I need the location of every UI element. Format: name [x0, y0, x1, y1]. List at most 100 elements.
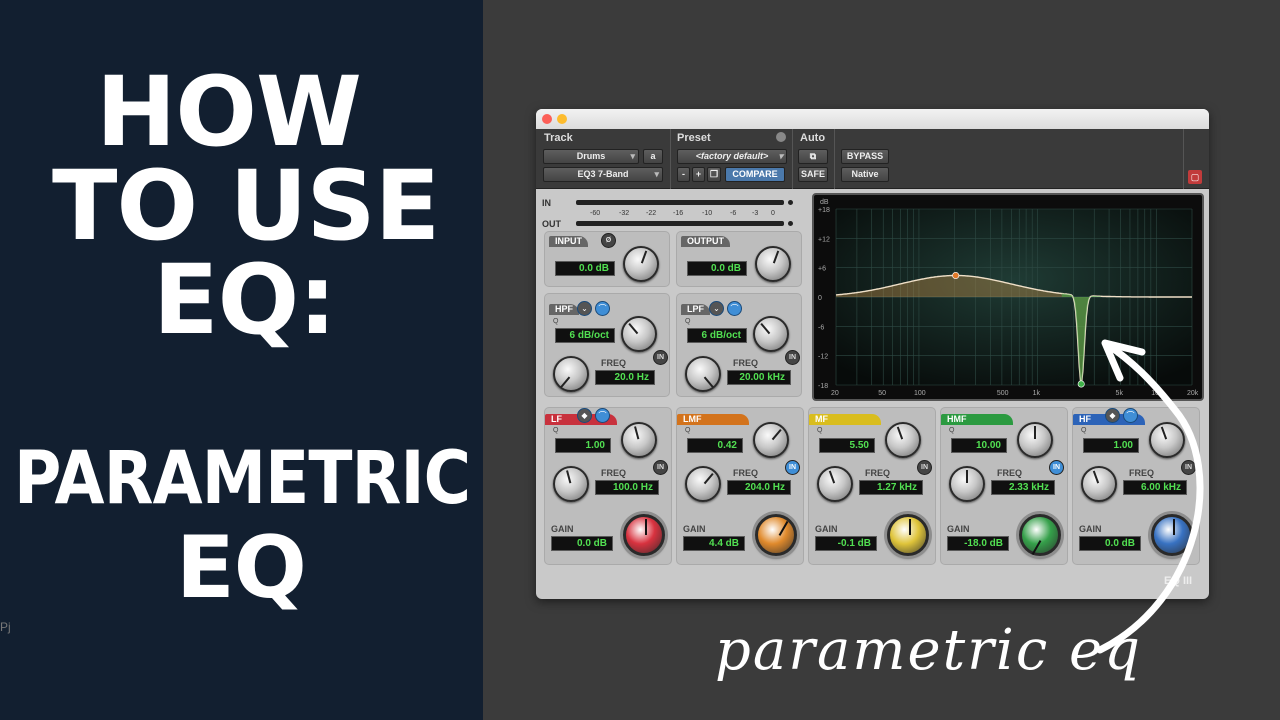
hf-q-display[interactable]: 1.00 [1083, 438, 1139, 453]
mf-q-knob[interactable] [885, 422, 921, 458]
hf-freq-knob[interactable] [1081, 466, 1117, 502]
minimize-window-button[interactable] [557, 114, 567, 124]
db-tick-label: -12 [818, 354, 828, 361]
hf-in-button[interactable]: IN [1181, 460, 1196, 475]
bypass-button[interactable]: BYPASS [841, 149, 889, 164]
hf-gain-display[interactable]: 0.0 dB [1079, 536, 1141, 551]
hpf-slope-knob[interactable] [621, 316, 657, 352]
hpf-in-button[interactable]: IN [653, 350, 668, 365]
mf-gain-knob[interactable] [887, 514, 929, 556]
compare-button[interactable]: COMPARE [725, 167, 785, 182]
lpf-slope-knob[interactable] [753, 316, 789, 352]
safe-button[interactable]: SAFE [798, 167, 828, 182]
lmf-in-button[interactable]: IN [785, 460, 800, 475]
hpf-type-icon[interactable]: ⌄ [577, 301, 592, 316]
mf-freq-display[interactable]: 1.27 kHz [859, 480, 923, 495]
hf-peak-icon[interactable]: ◆ [1105, 408, 1120, 423]
track-select[interactable]: Drums [543, 149, 639, 164]
hf-q-knob[interactable] [1149, 422, 1185, 458]
hmf-gain-display[interactable]: -18.0 dB [947, 536, 1009, 551]
lmf-freq-knob[interactable] [685, 466, 721, 502]
hpf-freq-knob[interactable] [553, 356, 589, 392]
lpf-freq-label: FREQ [733, 358, 759, 368]
freq-tick-label: 10k [1151, 390, 1163, 397]
lf-gain-display[interactable]: 0.0 dB [551, 536, 613, 551]
lf-in-button[interactable]: IN [653, 460, 668, 475]
out-meter-label: OUT [542, 219, 561, 229]
eq-response-graph[interactable]: +18 +12 +6 0 -6 -12 -18 dB 20 50 100 500 1k 5k 10k 20k [812, 193, 1204, 401]
hf-shelf-icon[interactable]: ⌒ [1123, 408, 1138, 423]
preset-next-button[interactable]: + [692, 167, 705, 182]
hmf-freq-display[interactable]: 2.33 kHz [991, 480, 1055, 495]
track-letter-button[interactable]: a [643, 149, 663, 164]
hmf-in-button[interactable]: IN [1049, 460, 1064, 475]
lpf-freq-knob[interactable] [685, 356, 721, 392]
hf-band-section: HF ◆ ⌒ Q 1.00 FREQ IN 6.00 kHz GAIN 0.0 … [1072, 407, 1200, 565]
freq-tick-label: 50 [878, 390, 886, 397]
plugin-close-icon[interactable]: ▢ [1188, 170, 1202, 184]
preset-copy-icon[interactable]: ❐ [707, 167, 721, 182]
lf-peak-icon[interactable]: ◆ [577, 408, 592, 423]
mf-band-label: MF [809, 414, 881, 425]
lmf-freq-display[interactable]: 204.0 Hz [727, 480, 791, 495]
hpf-label: HPF [549, 304, 579, 315]
insert-select[interactable]: EQ3 7-Band [543, 167, 663, 182]
lpf-in-button[interactable]: IN [785, 350, 800, 365]
lf-freq-knob[interactable] [553, 466, 589, 502]
hf-gain-knob[interactable] [1151, 514, 1193, 556]
lpf-freq-display[interactable]: 20.00 kHz [727, 370, 791, 385]
preset-previous-button[interactable]: - [677, 167, 690, 182]
lf-q-knob[interactable] [621, 422, 657, 458]
lf-q-display[interactable]: 1.00 [555, 438, 611, 453]
close-window-button[interactable] [542, 114, 552, 124]
db-tick-label: -18 [818, 383, 828, 390]
meter-tick: -6 [730, 210, 737, 217]
freq-tick-label: 5k [1116, 390, 1124, 397]
lf-gain-knob[interactable] [623, 514, 665, 556]
preset-select[interactable]: <factory default> [677, 149, 787, 164]
output-gain-display[interactable]: 0.0 dB [687, 261, 747, 276]
lmf-q-display[interactable]: 0.42 [687, 438, 743, 453]
lmf-band-label: LMF [677, 414, 749, 425]
lf-shelf-icon[interactable]: ⌒ [595, 408, 610, 423]
mf-freq-knob[interactable] [817, 466, 853, 502]
hpf-slope-display[interactable]: 6 dB/oct [555, 328, 615, 343]
freq-tick-label: 20 [831, 390, 839, 397]
lmf-gain-knob[interactable] [755, 514, 797, 556]
hmf-freq-label: FREQ [997, 468, 1023, 478]
hpf-q-label: Q [553, 318, 559, 325]
output-gain-knob[interactable] [755, 246, 791, 282]
mf-q-display[interactable]: 5.50 [819, 438, 875, 453]
hpf-shape-icon[interactable]: ⌒ [595, 301, 610, 316]
hpf-freq-display[interactable]: 20.0 Hz [595, 370, 655, 385]
freq-tick-label: 100 [914, 390, 926, 397]
lmf-q-knob[interactable] [753, 422, 789, 458]
mf-gain-display[interactable]: -0.1 dB [815, 536, 877, 551]
small-mark: Pj [0, 620, 11, 634]
lmf-band-section: LMF Q 0.42 FREQ IN 204.0 Hz GAIN 4.4 dB [676, 407, 804, 565]
meter-tick: -32 [619, 210, 630, 217]
lmf-gain-display[interactable]: 4.4 dB [683, 536, 745, 551]
native-button[interactable]: Native [841, 167, 889, 182]
lpf-slope-display[interactable]: 6 dB/oct [687, 328, 747, 343]
hmf-q-label: Q [949, 427, 955, 434]
preset-menu-icon[interactable] [776, 132, 786, 142]
mf-in-button[interactable]: IN [917, 460, 932, 475]
lf-gain-label: GAIN [551, 524, 574, 534]
lf-band-section: LF ◆ ⌒ Q 1.00 FREQ IN 100.0 Hz GAIN 0.0 … [544, 407, 672, 565]
hmf-q-knob[interactable] [1017, 422, 1053, 458]
input-gain-knob[interactable] [623, 246, 659, 282]
phase-invert-button[interactable]: Ø [601, 233, 616, 248]
hmf-q-display[interactable]: 10.00 [951, 438, 1007, 453]
hf-freq-display[interactable]: 6.00 kHz [1123, 480, 1187, 495]
hmf-gain-knob[interactable] [1019, 514, 1061, 556]
hmf-freq-knob[interactable] [949, 466, 985, 502]
automation-icon[interactable]: ⧉ [798, 149, 828, 164]
hf-gain-label: GAIN [1079, 524, 1102, 534]
input-gain-display[interactable]: 0.0 dB [555, 261, 615, 276]
lpf-shape-icon[interactable]: ⌒ [727, 301, 742, 316]
mf-q-label: Q [817, 427, 823, 434]
lf-q-label: Q [553, 427, 559, 434]
lf-freq-display[interactable]: 100.0 Hz [595, 480, 659, 495]
lpf-type-icon[interactable]: ⌄ [709, 301, 724, 316]
